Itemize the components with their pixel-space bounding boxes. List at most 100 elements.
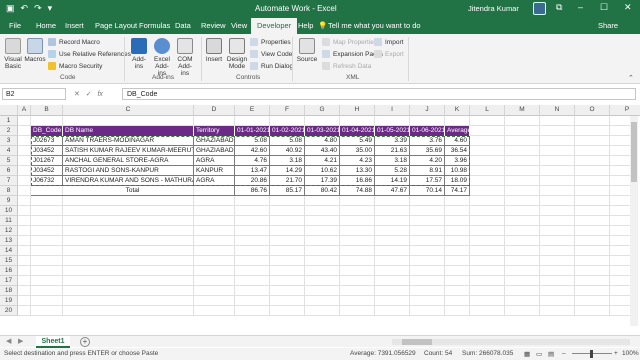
map-properties-button[interactable]: Map Properties: [322, 38, 377, 46]
row-header[interactable]: 8: [0, 186, 18, 196]
table-cell[interactable]: 5.08: [235, 136, 270, 146]
table-cell[interactable]: 5.28: [375, 166, 410, 176]
table-cell[interactable]: 17.57: [410, 176, 445, 186]
column-header[interactable]: E: [235, 105, 270, 116]
column-header[interactable]: C: [63, 105, 194, 116]
column-header[interactable]: A: [18, 105, 31, 116]
minimize-icon[interactable]: –: [578, 2, 583, 12]
row-header[interactable]: 17: [0, 276, 18, 286]
name-box[interactable]: B2: [2, 88, 66, 100]
sheet-nav-prev-icon[interactable]: ◀: [6, 337, 11, 345]
customize-qat-icon[interactable]: ▾: [48, 3, 53, 14]
add-sheet-icon[interactable]: +: [80, 337, 90, 347]
total-cell[interactable]: 47.67: [375, 186, 410, 196]
tab-data[interactable]: Data: [175, 21, 191, 30]
collapse-ribbon-icon[interactable]: ⌃: [628, 74, 634, 82]
worksheet-grid[interactable]: A B C D E F G H I J K L M N O P 1 2 3 4 5 6 7 8 9 10 11 12 13 14 15 16 1…: [0, 105, 640, 327]
total-cell[interactable]: 80.42: [305, 186, 340, 196]
column-header[interactable]: N: [540, 105, 575, 116]
enter-icon[interactable]: ✓: [86, 91, 92, 98]
table-cell[interactable]: J01267: [31, 156, 63, 166]
close-icon[interactable]: ✕: [624, 2, 632, 13]
table-cell[interactable]: 40.92: [270, 146, 305, 156]
excel-addins-button[interactable]: Excel Add-ins: [151, 38, 173, 77]
table-cell[interactable]: 42.60: [235, 146, 270, 156]
table-header-cell[interactable]: DB_Code: [31, 126, 63, 136]
row-header[interactable]: 4: [0, 146, 18, 156]
table-cell[interactable]: KANPUR: [194, 166, 235, 176]
column-header[interactable]: H: [340, 105, 375, 116]
maximize-icon[interactable]: ☐: [600, 2, 608, 13]
table-cell[interactable]: AGRA: [194, 176, 235, 186]
user-name[interactable]: Jitendra Kumar: [468, 4, 519, 13]
zoom-level[interactable]: 100%: [622, 350, 639, 357]
row-header[interactable]: 19: [0, 296, 18, 306]
table-cell[interactable]: 17.39: [305, 176, 340, 186]
table-cell[interactable]: 3.76: [410, 136, 445, 146]
tab-page-layout[interactable]: Page Layout: [95, 21, 137, 30]
properties-button[interactable]: Properties: [250, 38, 291, 46]
row-header[interactable]: 7: [0, 176, 18, 186]
column-header[interactable]: L: [470, 105, 505, 116]
row-header[interactable]: 1: [0, 116, 18, 126]
horizontal-scrollbar[interactable]: [392, 339, 630, 345]
row-header[interactable]: 2: [0, 126, 18, 136]
table-cell[interactable]: 3.18: [270, 156, 305, 166]
table-header-cell[interactable]: 01-05-2021: [375, 126, 410, 136]
tab-view[interactable]: View: [231, 21, 247, 30]
table-header-cell[interactable]: Territory: [194, 126, 235, 136]
table-cell[interactable]: 35.00: [340, 146, 375, 156]
row-header[interactable]: 11: [0, 216, 18, 226]
table-cell[interactable]: 4.23: [340, 156, 375, 166]
column-header[interactable]: D: [194, 105, 235, 116]
table-cell[interactable]: GHAZIABAD: [194, 146, 235, 156]
zoom-in-icon[interactable]: +: [614, 350, 618, 357]
insert-control-button[interactable]: Insert: [204, 38, 224, 63]
total-cell[interactable]: 86.76: [235, 186, 270, 196]
table-header-cell[interactable]: Average: [445, 126, 470, 136]
table-cell[interactable]: GHAZIABAD: [194, 136, 235, 146]
addins-button[interactable]: Add-ins: [128, 38, 150, 70]
row-header[interactable]: 9: [0, 196, 18, 206]
total-label[interactable]: Total: [31, 186, 235, 196]
table-cell[interactable]: 4.60: [445, 136, 470, 146]
row-header[interactable]: 13: [0, 236, 18, 246]
row-header[interactable]: 14: [0, 246, 18, 256]
table-cell[interactable]: 3.39: [375, 136, 410, 146]
table-cell[interactable]: VIRENDRA KUMAR AND SONS - MATHURA: [63, 176, 194, 186]
row-header[interactable]: 3: [0, 136, 18, 146]
undo-icon[interactable]: ↶: [21, 3, 29, 14]
table-cell[interactable]: J02673: [31, 136, 63, 146]
total-cell[interactable]: 74.17: [445, 186, 470, 196]
export-button[interactable]: Export: [374, 50, 404, 58]
table-cell[interactable]: ANCHAL GENERAL STORE-AGRA: [63, 156, 194, 166]
tab-review[interactable]: Review: [201, 21, 226, 30]
page-break-view-icon[interactable]: ▤: [548, 350, 554, 358]
table-cell[interactable]: SATISH KUMAR RAJEEV KUMAR-MEERUT: [63, 146, 194, 156]
table-cell[interactable]: 10.98: [445, 166, 470, 176]
zoom-slider-thumb[interactable]: [590, 350, 593, 358]
table-cell[interactable]: 4.21: [305, 156, 340, 166]
source-button[interactable]: Source: [296, 38, 318, 63]
row-header[interactable]: 5: [0, 156, 18, 166]
record-macro-button[interactable]: Record Macro: [48, 38, 100, 46]
table-cell[interactable]: 4.80: [305, 136, 340, 146]
save-icon[interactable]: ▣: [6, 3, 15, 14]
total-cell[interactable]: 70.14: [410, 186, 445, 196]
table-cell[interactable]: 5.49: [340, 136, 375, 146]
row-header[interactable]: 20: [0, 306, 18, 316]
row-header[interactable]: 12: [0, 226, 18, 236]
table-cell[interactable]: 4.76: [235, 156, 270, 166]
visual-basic-button[interactable]: Visual Basic: [2, 38, 24, 70]
table-cell[interactable]: 21.70: [270, 176, 305, 186]
table-cell[interactable]: 5.08: [270, 136, 305, 146]
tab-formulas[interactable]: Formulas: [139, 21, 170, 30]
column-header[interactable]: G: [305, 105, 340, 116]
column-header[interactable]: O: [575, 105, 610, 116]
table-cell[interactable]: AMAN TRAERS-MODINAGAR: [63, 136, 194, 146]
table-header-cell[interactable]: 01-06-2021: [410, 126, 445, 136]
table-cell[interactable]: 3.18: [375, 156, 410, 166]
redo-icon[interactable]: ↷: [34, 3, 42, 14]
vertical-scrollbar[interactable]: [630, 116, 638, 326]
table-cell[interactable]: 35.69: [410, 146, 445, 156]
